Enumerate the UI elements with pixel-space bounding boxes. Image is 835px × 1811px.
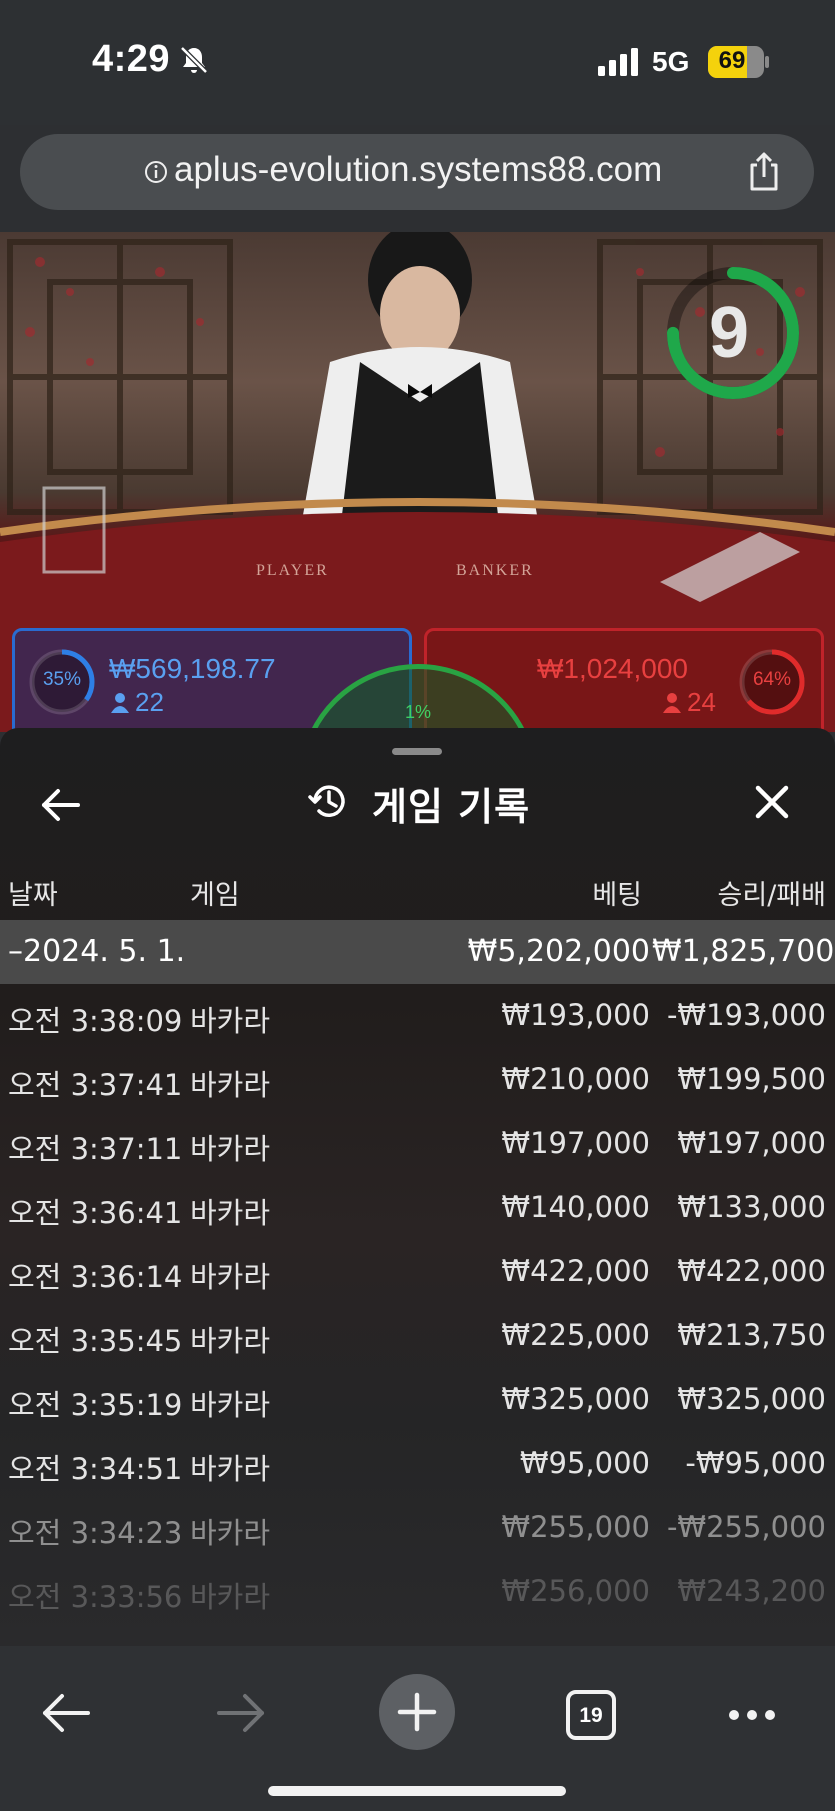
- game-history-panel: 게임 기록 날짜 게임 베팅 승리/패배 –2024. 5. 1. ₩5,202…: [0, 728, 835, 1648]
- new-tab-button[interactable]: [379, 1674, 455, 1750]
- row-time: 오전 3:36:14: [8, 1260, 183, 1294]
- row-time: 오전 3:34:23: [8, 1516, 183, 1550]
- row-bet: ₩193,000: [501, 998, 650, 1032]
- row-bet: ₩325,000: [501, 1382, 650, 1416]
- row-result: ₩213,750: [677, 1318, 826, 1352]
- row-bet: ₩210,000: [501, 1062, 650, 1096]
- row-bet: ₩197,000: [501, 1126, 650, 1160]
- history-icon: [308, 785, 345, 817]
- table-row[interactable]: 오전 3:37:41 바카라 ₩210,000 ₩199,500: [0, 1048, 835, 1112]
- summary-win-loss: ₩1,825,700: [652, 934, 835, 969]
- row-game: 바카라: [190, 1580, 271, 1614]
- status-bar: 4:29 5G 69: [0, 0, 835, 125]
- row-result: ₩199,500: [677, 1062, 826, 1096]
- row-result: -₩95,000: [685, 1446, 826, 1480]
- battery-tip: [765, 56, 769, 68]
- row-time: 오전 3:37:41: [8, 1068, 183, 1102]
- row-result: -₩255,000: [666, 1510, 826, 1544]
- summary-bet: ₩5,202,000: [467, 934, 650, 969]
- table-row[interactable]: 오전 3:35:19 바카라 ₩325,000 ₩325,000: [0, 1368, 835, 1432]
- browser-back-icon[interactable]: [40, 1690, 92, 1736]
- player-user-icon: [111, 693, 129, 713]
- row-result: ₩133,000: [677, 1190, 826, 1224]
- home-indicator: [268, 1786, 566, 1796]
- row-result: ₩197,000: [677, 1126, 826, 1160]
- drag-handle[interactable]: [392, 748, 442, 755]
- tie-percent: 1%: [404, 702, 431, 722]
- row-time: 오전 3:35:45: [8, 1324, 183, 1358]
- info-icon[interactable]: [144, 160, 168, 184]
- row-game: 바카라: [190, 1452, 271, 1486]
- row-game: 바카라: [190, 1068, 271, 1102]
- table-row[interactable]: 오전 3:35:45 바카라 ₩225,000 ₩213,750: [0, 1304, 835, 1368]
- row-game: 바카라: [190, 1196, 271, 1230]
- banker-user-icon: [663, 693, 681, 713]
- cellular-signal-icon: [598, 48, 638, 76]
- plus-icon: [397, 1692, 437, 1732]
- address-bar[interactable]: aplus-evolution.systems88.com: [20, 134, 814, 210]
- row-game: 바카라: [190, 1324, 271, 1358]
- row-game: 바카라: [190, 1516, 271, 1550]
- table-label-banker: BANKER: [456, 562, 534, 579]
- back-arrow-icon[interactable]: [38, 782, 84, 828]
- close-icon[interactable]: [752, 782, 792, 822]
- header-bet[interactable]: 베팅: [520, 873, 642, 912]
- table-row[interactable]: 오전 3:37:11 바카라 ₩197,000 ₩197,000: [0, 1112, 835, 1176]
- live-dealer-video: 9 PLAYER BANKER 35% ₩569,198.77 22 ₩1,02…: [0, 232, 835, 732]
- browser-forward-icon[interactable]: [215, 1690, 267, 1736]
- row-time: 오전 3:35:19: [8, 1388, 183, 1422]
- banker-count: 24: [687, 687, 716, 717]
- row-bet: ₩256,000: [501, 1574, 650, 1608]
- table-label-player: PLAYER: [256, 562, 329, 579]
- table-row[interactable]: 오전 3:38:09 바카라 ₩193,000 -₩193,000: [0, 984, 835, 1048]
- date-summary-row[interactable]: –2024. 5. 1. ₩5,202,000 ₩1,825,700: [0, 920, 835, 984]
- bell-muted-icon: [180, 46, 208, 74]
- player-amount: ₩569,198.77: [109, 653, 276, 684]
- countdown-number: 9: [708, 293, 750, 373]
- row-time: 오전 3:37:11: [8, 1132, 183, 1166]
- row-result: ₩325,000: [677, 1382, 826, 1416]
- row-bet: ₩225,000: [501, 1318, 650, 1352]
- url-text[interactable]: aplus-evolution.systems88.com: [174, 150, 662, 190]
- table-row[interactable]: 오전 3:36:14 바카라 ₩422,000 ₩422,000: [0, 1240, 835, 1304]
- table-row[interactable]: 오전 3:34:51 바카라 ₩95,000 -₩95,000: [0, 1432, 835, 1496]
- battery-percent: 69: [718, 47, 746, 74]
- row-bet: ₩140,000: [501, 1190, 650, 1224]
- table-row[interactable]: 오전 3:34:23 바카라 ₩255,000 -₩255,000: [0, 1496, 835, 1560]
- more-icon[interactable]: [726, 1700, 778, 1730]
- row-game: 바카라: [190, 1260, 271, 1294]
- banker-percent: 64%: [752, 669, 792, 690]
- panel-title: 게임 기록: [372, 785, 531, 829]
- row-result: ₩243,200: [677, 1574, 826, 1608]
- table-row[interactable]: 오전 3:33:56 바카라 ₩256,000 ₩243,200: [0, 1560, 835, 1624]
- network-type: 5G: [652, 46, 690, 77]
- row-result: -₩193,000: [666, 998, 826, 1032]
- row-game: 바카라: [190, 1004, 271, 1038]
- header-date[interactable]: 날짜: [8, 873, 58, 912]
- row-game: 바카라: [190, 1132, 271, 1166]
- tabs-count: 19: [579, 1704, 603, 1727]
- row-time: 오전 3:38:09: [8, 1004, 183, 1038]
- row-time: 오전 3:34:51: [8, 1452, 183, 1486]
- banker-amount: ₩1,024,000: [537, 653, 688, 684]
- row-game: 바카라: [190, 1388, 271, 1422]
- header-win-loss[interactable]: 승리/패배: [660, 873, 826, 912]
- row-time: 오전 3:36:41: [8, 1196, 183, 1230]
- status-time: 4:29: [92, 38, 171, 80]
- summary-date: –2024. 5. 1.: [8, 934, 186, 969]
- table-row[interactable]: 오전 3:36:41 바카라 ₩140,000 ₩133,000: [0, 1176, 835, 1240]
- row-bet: ₩422,000: [501, 1254, 650, 1288]
- battery-icon: 69: [708, 46, 764, 78]
- row-bet: ₩255,000: [501, 1510, 650, 1544]
- browser-toolbar: 19: [0, 1646, 835, 1811]
- row-result: ₩422,000: [677, 1254, 826, 1288]
- share-icon[interactable]: [744, 151, 784, 193]
- row-bet: ₩95,000: [519, 1446, 650, 1480]
- player-percent: 35%: [42, 669, 82, 690]
- row-time: 오전 3:33:56: [8, 1580, 183, 1614]
- header-game[interactable]: 게임: [190, 873, 240, 912]
- tabs-button[interactable]: 19: [566, 1690, 616, 1740]
- player-count: 22: [135, 687, 164, 717]
